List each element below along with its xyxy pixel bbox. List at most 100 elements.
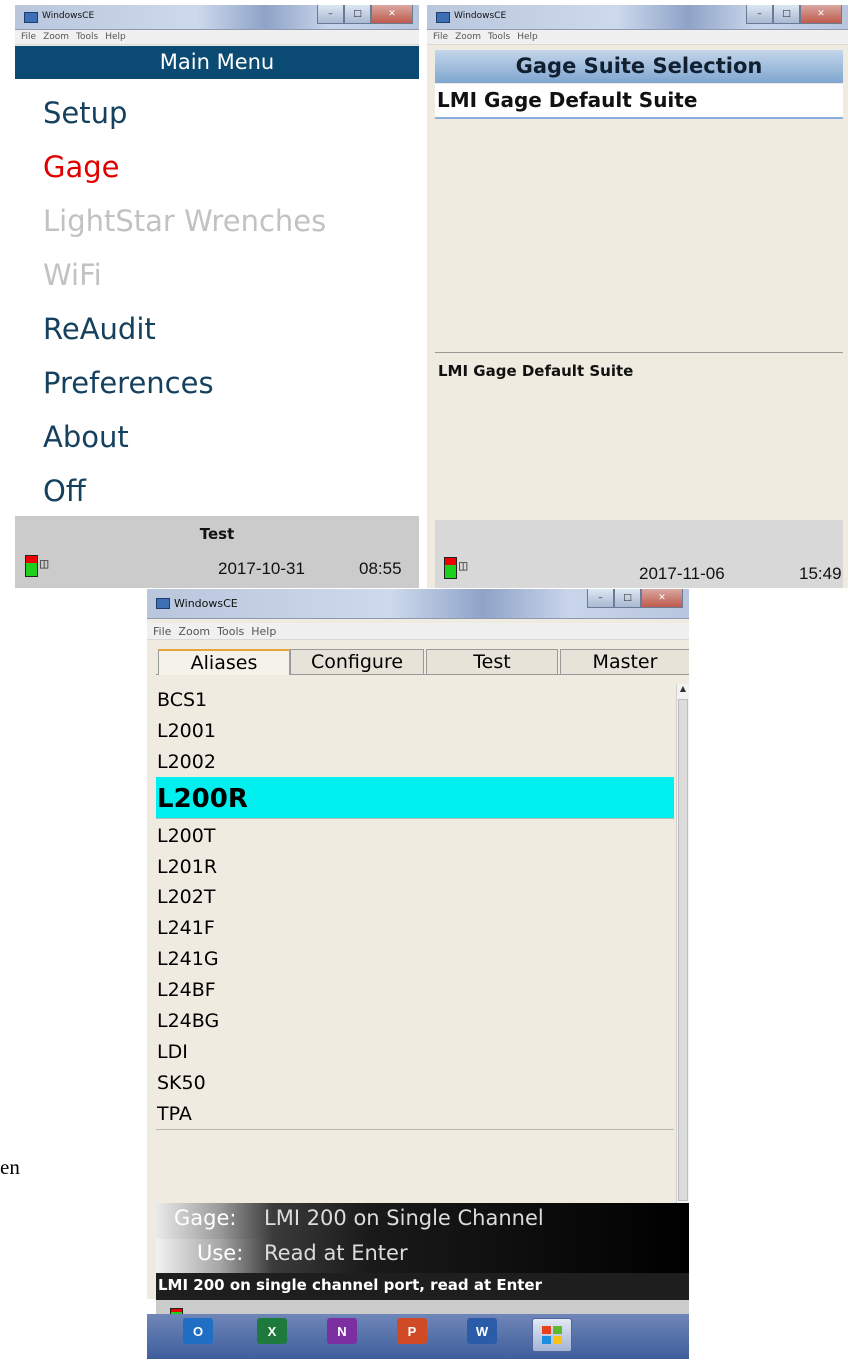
- title-bar[interactable]: WindowsCE – □ ✕: [15, 5, 419, 30]
- status-bar-partial: [156, 1300, 689, 1318]
- page-header: Gage Suite Selection: [435, 50, 843, 83]
- minimize-button[interactable]: –: [746, 5, 773, 24]
- menu-item-setup[interactable]: Setup: [43, 96, 127, 130]
- title-bar[interactable]: WindowsCE – □ ✕: [147, 589, 689, 619]
- scroll-thumb[interactable]: [678, 699, 688, 1201]
- close-button[interactable]: ✕: [371, 5, 413, 24]
- status-bar: Test ◫ 2017-10-31 08:55: [15, 516, 419, 588]
- menu-tools[interactable]: Tools: [488, 32, 510, 42]
- alias-list: BCS1 L2001 L2002 L200R L200T L201R L202T L241F L…: [156, 684, 689, 1249]
- window-icon: [436, 12, 450, 23]
- menu-item-reaudit[interactable]: ReAudit: [43, 312, 156, 346]
- alias-row[interactable]: BCS1: [156, 684, 674, 716]
- menu-zoom[interactable]: Zoom: [178, 625, 210, 638]
- header-title: Gage Suite Selection: [515, 54, 763, 78]
- alias-row[interactable]: L241F: [156, 912, 674, 945]
- alias-row[interactable]: L2002: [156, 745, 674, 778]
- menu-bar: File Zoom Tools Help: [15, 30, 419, 45]
- alias-row[interactable]: L201R: [156, 850, 674, 883]
- network-icon: ◫: [459, 558, 468, 574]
- alias-row-selected[interactable]: L200R: [156, 776, 674, 819]
- suite-description-panel: LMI Gage Default Suite: [435, 352, 843, 520]
- close-button[interactable]: ✕: [641, 589, 683, 608]
- menu-item-gage[interactable]: Gage: [43, 150, 120, 184]
- battery-icon: [25, 555, 38, 577]
- gage-value: LMI 200 on Single Channel: [264, 1206, 544, 1230]
- menu-item-wifi[interactable]: WiFi: [43, 258, 102, 292]
- menu-file[interactable]: File: [21, 32, 36, 42]
- use-value: Read at Enter: [264, 1241, 408, 1265]
- alias-row[interactable]: L24BF: [156, 974, 674, 1007]
- alias-row[interactable]: L202T: [156, 881, 674, 914]
- menu-tools[interactable]: Tools: [217, 625, 244, 638]
- menu-help[interactable]: Help: [517, 32, 538, 42]
- tab-strip: Aliases Configure Test Master: [156, 649, 689, 675]
- outlook-icon[interactable]: O: [183, 1318, 213, 1344]
- minimize-button[interactable]: –: [587, 589, 614, 608]
- alias-row[interactable]: L24BG: [156, 1005, 674, 1037]
- window-gage-suite: WindowsCE – □ ✕ File Zoom Tools Help Gag…: [427, 5, 848, 588]
- suite-item[interactable]: LMI Gage Default Suite: [435, 84, 843, 119]
- gage-label: Gage:: [174, 1206, 237, 1230]
- info-text: LMI 200 on single channel port, read at …: [158, 1276, 543, 1294]
- scroll-up-arrow[interactable]: ▲: [677, 684, 689, 698]
- close-button[interactable]: ✕: [800, 5, 842, 24]
- maximize-button[interactable]: □: [614, 589, 641, 608]
- minimize-button[interactable]: –: [317, 5, 344, 24]
- menu-item-off[interactable]: Off: [43, 474, 86, 508]
- word-icon[interactable]: W: [467, 1318, 497, 1344]
- margin-text: en: [0, 1155, 20, 1179]
- status-text: Test: [199, 525, 235, 543]
- menu-zoom[interactable]: Zoom: [455, 32, 481, 42]
- menu-item-lightstar-wrenches[interactable]: LightStar Wrenches: [43, 204, 326, 238]
- menu-bar: File Zoom Tools Help: [427, 30, 848, 45]
- window-title: WindowsCE: [454, 11, 507, 21]
- alias-row[interactable]: LDI: [156, 1035, 674, 1068]
- alias-row[interactable]: L200T: [156, 819, 674, 852]
- status-time: 15:49: [799, 564, 842, 583]
- window-icon: [156, 598, 170, 609]
- tab-configure[interactable]: Configure: [290, 649, 424, 674]
- excel-icon[interactable]: X: [257, 1318, 287, 1344]
- scrollbar[interactable]: ▲ ▼: [676, 684, 689, 1249]
- info-bar: LMI 200 on single channel port, read at …: [156, 1273, 689, 1300]
- status-time: 08:55: [359, 559, 402, 578]
- menu-help[interactable]: Help: [105, 32, 126, 42]
- powerpoint-icon[interactable]: P: [397, 1318, 427, 1344]
- title-bar[interactable]: WindowsCE – □ ✕: [427, 5, 848, 30]
- menu-file[interactable]: File: [433, 32, 448, 42]
- status-date: 2017-11-06: [639, 564, 725, 583]
- menu-help[interactable]: Help: [251, 625, 276, 638]
- alias-row[interactable]: L2001: [156, 714, 674, 747]
- status-date: 2017-10-31: [218, 559, 305, 578]
- menu-file[interactable]: File: [153, 625, 171, 638]
- window-title: WindowsCE: [174, 597, 238, 610]
- use-label: Use:: [197, 1241, 244, 1265]
- battery-icon: [444, 557, 457, 579]
- suite-list: LMI Gage Default Suite: [435, 84, 843, 352]
- use-label-row: Use: Read at Enter: [156, 1239, 689, 1273]
- tab-test[interactable]: Test: [426, 649, 558, 674]
- window-title: WindowsCE: [42, 11, 95, 21]
- window-aliases: WindowsCE – □ ✕ File Zoom Tools Help Ali…: [147, 589, 689, 1299]
- onenote-icon[interactable]: N: [327, 1318, 357, 1344]
- network-icon: ◫: [40, 556, 49, 572]
- suite-description: LMI Gage Default Suite: [438, 362, 634, 380]
- header-title: Main Menu: [159, 50, 275, 74]
- alias-row[interactable]: SK50: [156, 1066, 674, 1099]
- menu-panel: Setup Gage LightStar Wrenches WiFi ReAud…: [15, 79, 419, 516]
- maximize-button[interactable]: □: [773, 5, 800, 24]
- taskbar: OXNPW: [147, 1314, 689, 1359]
- menu-item-preferences[interactable]: Preferences: [43, 366, 214, 400]
- tab-aliases[interactable]: Aliases: [158, 649, 290, 675]
- menu-tools[interactable]: Tools: [76, 32, 98, 42]
- window-main-menu: WindowsCE – □ ✕ File Zoom Tools Help Mai…: [15, 5, 419, 588]
- alias-row[interactable]: TPA: [156, 1097, 674, 1130]
- maximize-button[interactable]: □: [344, 5, 371, 24]
- alias-row[interactable]: L241G: [156, 943, 674, 976]
- windows-logo-icon: [542, 1326, 562, 1344]
- menu-zoom[interactable]: Zoom: [43, 32, 69, 42]
- menu-item-about[interactable]: About: [43, 420, 129, 454]
- tab-master[interactable]: Master: [560, 649, 689, 674]
- start-button[interactable]: [532, 1318, 572, 1352]
